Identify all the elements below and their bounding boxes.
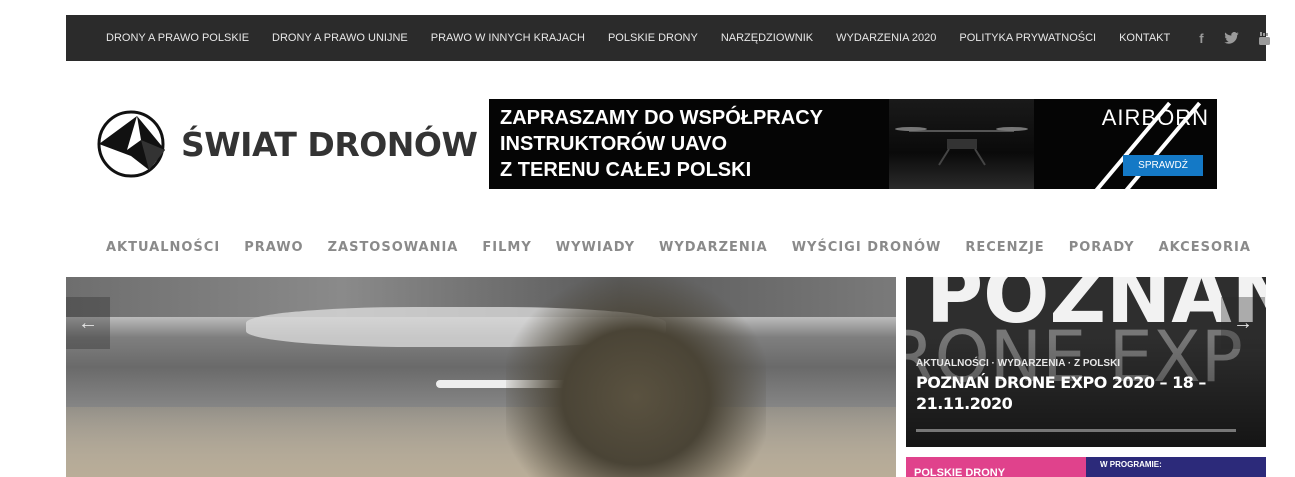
top-nav-drony-prawo-polskie[interactable]: DRONY A PRAWO POLSKIE (106, 32, 249, 44)
main-nav-wydarzenia[interactable]: WYDARZENIA (659, 240, 768, 255)
post-categories[interactable]: AKTUALNOŚCI · WYDARZENIA · Z POLSKI (916, 358, 1120, 369)
top-nav-narzedziownik[interactable]: NARZĘDZIOWNIK (721, 32, 813, 44)
slider-prev-button[interactable]: ← (66, 297, 110, 349)
main-nav-akcesoria[interactable]: AKCESORIA (1159, 240, 1251, 255)
hero-ground (66, 407, 896, 477)
hero-soldier (506, 277, 766, 477)
card-progress-bar (916, 429, 1236, 432)
facebook-icon[interactable]: f (1199, 31, 1203, 46)
top-nav-drony-prawo-unijne[interactable]: DRONY A PRAWO UNIJNE (272, 32, 408, 44)
arrow-left-icon: ← (78, 311, 98, 334)
main-nav-filmy[interactable]: FILMY (482, 240, 531, 255)
social-links: f (1199, 31, 1289, 46)
card-program-label: W PROGRAMIE: (1100, 460, 1162, 469)
drone-logo-icon (97, 110, 165, 178)
top-nav-wydarzenia-2020[interactable]: WYDARZENIA 2020 (836, 32, 936, 44)
main-nav-wywiady[interactable]: WYWIADY (556, 240, 635, 255)
top-nav-kontakt[interactable]: KONTAKT (1119, 32, 1170, 44)
arrow-right-icon: → (1233, 311, 1253, 334)
slider-next-button[interactable]: → (1221, 297, 1265, 349)
main-nav-wyscigi-dronow[interactable]: WYŚCIGI DRONÓW (792, 240, 942, 255)
secondary-post-card[interactable]: POLSKIE DRONY W PROGRAMIE: (906, 457, 1266, 477)
main-nav-prawo[interactable]: PRAWO (244, 240, 303, 255)
featured-post-card[interactable]: POZNAN RONE EXP AKTUALNOŚCI · WYDARZENIA… (906, 277, 1266, 447)
banner-line-2: INSTRUKTORÓW UAVO (500, 133, 728, 155)
hero-slide-image[interactable] (66, 277, 896, 477)
main-nav: AKTUALNOŚCI PRAWO ZASTOSOWANIA FILMY WYW… (106, 240, 1275, 255)
top-nav-polityka-prywatnosci[interactable]: POLITYKA PRYWATNOŚCI (959, 32, 1096, 44)
youtube-icon[interactable] (1258, 31, 1270, 45)
banner-ad[interactable]: ZAPRASZAMY DO WSPÓŁPRACY INSTRUKTORÓW UA… (489, 99, 1217, 189)
card-label: POLSKIE DRONY (914, 467, 1006, 477)
main-nav-aktualnosci[interactable]: AKTUALNOŚCI (106, 240, 220, 255)
main-nav-recenzje[interactable]: RECENZJE (965, 240, 1044, 255)
top-nav-polskie-drony[interactable]: POLSKIE DRONY (608, 32, 698, 44)
banner-line-1: ZAPRASZAMY DO WSPÓŁPRACY (500, 107, 823, 129)
post-headline[interactable]: POZNAŃ DRONE EXPO 2020 – 18 – 21.11.2020 (916, 372, 1206, 414)
main-nav-zastosowania[interactable]: ZASTOSOWANIA (328, 240, 459, 255)
top-bar: DRONY A PRAWO POLSKIE DRONY A PRAWO UNIJ… (66, 15, 1270, 61)
top-nav-prawo-innych-krajach[interactable]: PRAWO W INNYCH KRAJACH (431, 32, 585, 44)
main-nav-porady[interactable]: PORADY (1069, 240, 1135, 255)
site-title: ŚWIAT DRONÓW (181, 124, 478, 164)
banner-drone-image (889, 99, 1034, 189)
site-logo[interactable]: ŚWIAT DRONÓW (97, 110, 478, 178)
banner-line-3: Z TERENU CAŁEJ POLSKI (500, 159, 752, 181)
banner-brand: AIRBORN (1101, 105, 1209, 130)
twitter-icon[interactable] (1223, 32, 1239, 44)
banner-text: ZAPRASZAMY DO WSPÓŁPRACY INSTRUKTORÓW UA… (500, 105, 823, 183)
top-nav: DRONY A PRAWO POLSKIE DRONY A PRAWO UNIJ… (106, 32, 1193, 44)
banner-cta-button[interactable]: SPRAWDŹ (1123, 155, 1203, 176)
